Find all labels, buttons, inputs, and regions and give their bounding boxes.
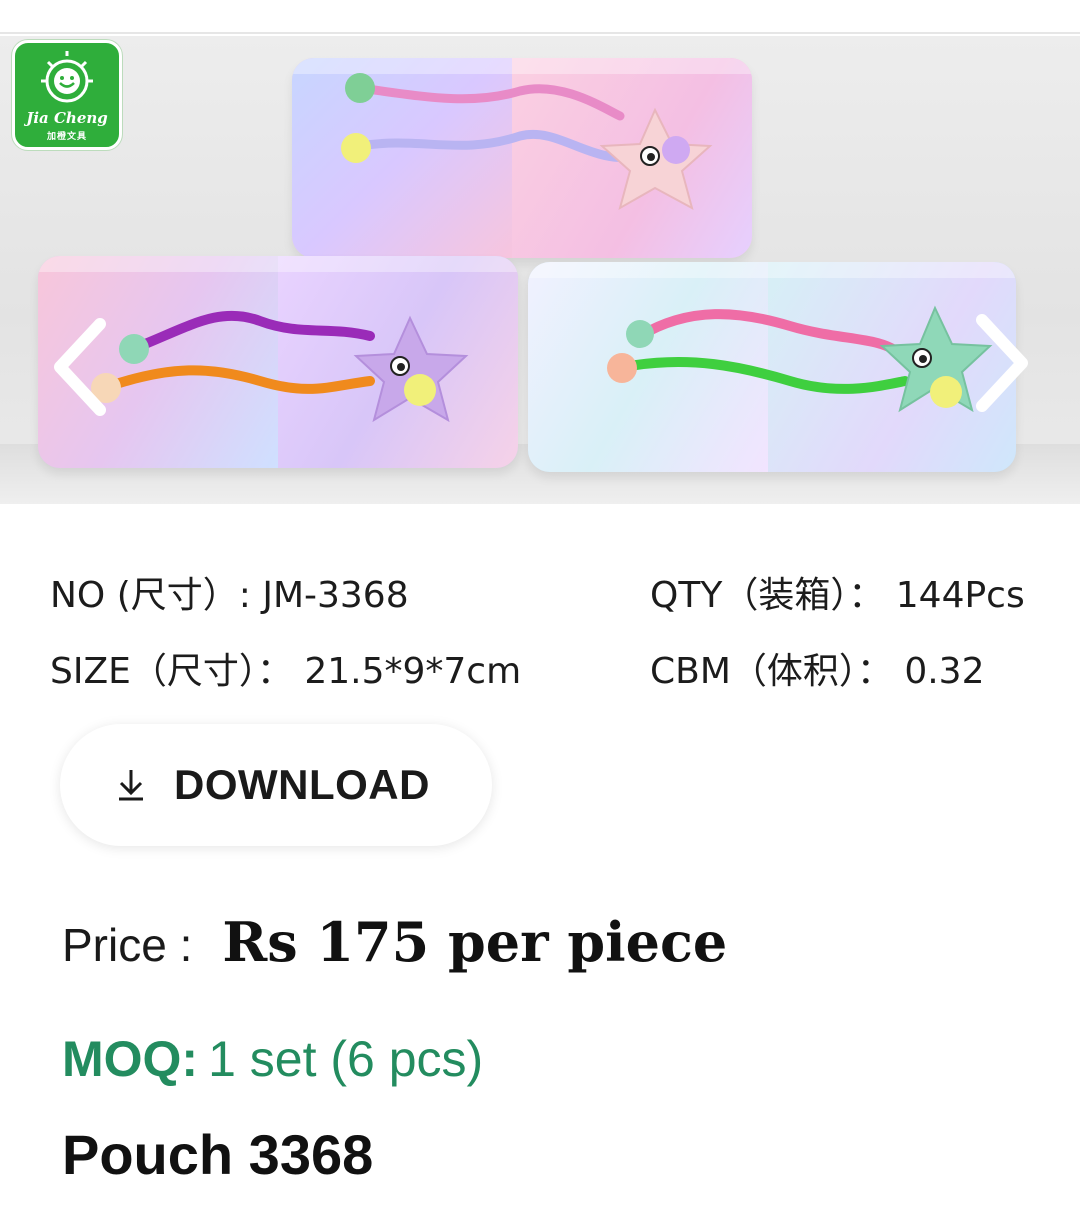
spec-qty: QTY（装箱）： 144Pcs [650, 575, 1025, 616]
brand-name-cn: 加橙文具 [46, 132, 87, 142]
moq-row: MOQ: 1 set (6 pcs) [62, 1030, 483, 1088]
price-row: Price : Rs 175 per piece [62, 910, 727, 974]
chevron-right-icon[interactable] [968, 308, 1038, 418]
spec-model-no: NO (尺寸）: JM-3368 [50, 575, 409, 616]
download-icon [119, 770, 143, 801]
product-image-gallery[interactable] [0, 36, 1080, 504]
download-button[interactable]: DOWNLOAD [60, 724, 492, 846]
moq-value: 1 set (6 pcs) [208, 1031, 484, 1087]
price-value: Rs 175 per piece [222, 910, 728, 974]
spec-cbm: CBM（体积）： 0.32 [650, 651, 985, 692]
price-label: Price : [62, 919, 193, 971]
chevron-left-icon[interactable] [46, 312, 116, 422]
brand-name: Jia Cheng [26, 109, 108, 127]
download-label: DOWNLOAD [174, 761, 430, 808]
moq-label: MOQ: [62, 1031, 199, 1087]
pouch-decorations [91, 73, 993, 423]
brand-logo: Jia Cheng 加橙文具 [12, 40, 122, 150]
product-title: Pouch 3368 [62, 1123, 374, 1186]
spec-size: SIZE（尺寸）： 21.5*9*7cm [50, 651, 522, 692]
top-strip [0, 0, 1080, 34]
